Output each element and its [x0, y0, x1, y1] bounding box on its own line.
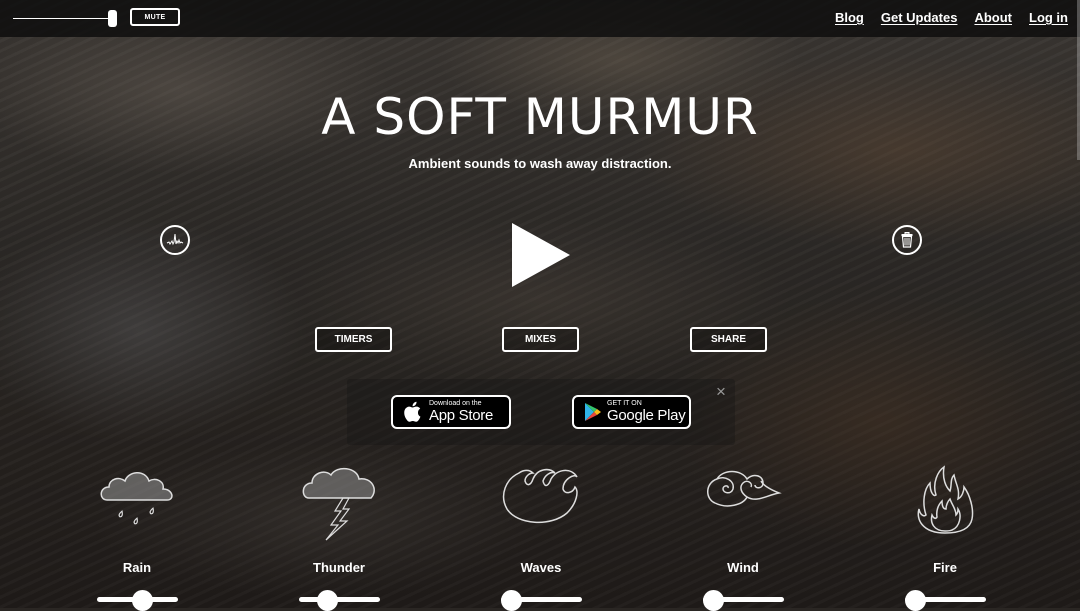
clear-mix-button[interactable] — [892, 225, 922, 255]
apple-icon — [404, 401, 421, 422]
waveform-button[interactable] — [160, 225, 190, 255]
waveform-icon — [166, 233, 184, 246]
master-volume-track[interactable] — [13, 18, 113, 19]
google-play-badge[interactable]: GET IT ON Google Play — [572, 395, 691, 429]
sound-label-wind: Wind — [727, 560, 759, 575]
nav-link-get-updates[interactable]: Get Updates — [881, 10, 958, 25]
wind-icon — [707, 470, 782, 507]
nav-link-log-in[interactable]: Log in — [1029, 10, 1068, 25]
nav-link-blog[interactable]: Blog — [835, 10, 864, 25]
page-title: A SOFT MURMUR — [321, 88, 759, 146]
fire-icon — [917, 465, 974, 534]
slider-track[interactable] — [299, 597, 380, 602]
volume-slider-rain[interactable] — [97, 590, 178, 611]
sound-wind — [683, 465, 803, 515]
volume-slider-wind[interactable] — [703, 590, 784, 611]
volume-slider-fire[interactable] — [905, 590, 986, 611]
sound-label-rain: Rain — [122, 560, 152, 575]
google-play-icon — [585, 403, 601, 421]
app-store-big-text: App Store — [429, 407, 494, 424]
mute-button[interactable]: MUTE — [130, 8, 180, 26]
close-banner-button[interactable]: × — [716, 383, 726, 400]
app-store-badge[interactable]: Download on the App Store — [391, 395, 511, 429]
mixes-button[interactable]: MIXES — [502, 327, 579, 352]
master-volume-thumb[interactable] — [108, 10, 117, 27]
rain-cloud-icon — [100, 472, 173, 525]
sound-thunder — [279, 465, 399, 545]
thunder-cloud-icon — [302, 467, 375, 541]
waves-icon — [502, 468, 578, 524]
play-button[interactable] — [512, 223, 570, 287]
sound-label-fire: Fire — [933, 560, 957, 575]
page-subtitle: Ambient sounds to wash away distraction. — [408, 156, 672, 171]
sound-label-waves: Waves — [520, 560, 562, 575]
sound-rain — [77, 465, 197, 535]
sound-label-thunder: Thunder — [313, 560, 365, 575]
timers-button[interactable]: TIMERS — [315, 327, 392, 352]
top-nav: Blog Get Updates About Log in — [835, 10, 1068, 25]
google-play-big-text: Google Play — [607, 407, 686, 424]
trash-icon — [901, 232, 913, 248]
top-bar: MUTE Blog Get Updates About Log in — [0, 0, 1080, 37]
sound-waves — [481, 465, 601, 527]
share-button[interactable]: SHARE — [690, 327, 767, 352]
sound-fire — [885, 465, 1005, 537]
volume-slider-waves[interactable] — [501, 590, 582, 611]
nav-link-about[interactable]: About — [974, 10, 1012, 25]
volume-slider-thunder[interactable] — [299, 590, 380, 611]
